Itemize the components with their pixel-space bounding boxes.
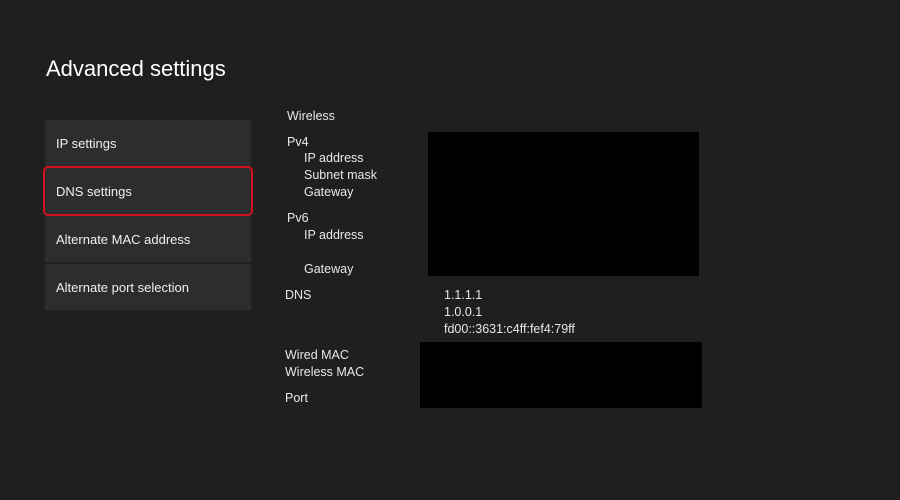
connection-type-label: Wireless <box>287 109 335 123</box>
menu-item-dns-settings[interactable]: DNS settings <box>43 166 253 216</box>
menu-item-ip-settings[interactable]: IP settings <box>45 120 251 166</box>
dns-value-ipv6: fd00::3631:c4ff:fef4:79ff <box>444 322 575 336</box>
page-title: Advanced settings <box>46 56 226 81</box>
settings-menu: IP settings DNS settings Alternate MAC a… <box>43 120 253 312</box>
ipv4-heading: Pv4 <box>287 135 309 149</box>
ipv6-heading: Pv6 <box>287 211 309 225</box>
ipv6-ip-address-label: IP address <box>304 228 364 242</box>
wired-mac-label: Wired MAC <box>285 348 349 362</box>
redacted-ip-values <box>428 132 699 276</box>
redacted-mac-port-values <box>420 342 702 408</box>
wireless-mac-label: Wireless MAC <box>285 365 365 379</box>
ipv4-gateway-label: Gateway <box>304 185 354 199</box>
ipv4-subnet-mask-label: Subnet mask <box>304 168 377 182</box>
dns-label: DNS <box>285 288 312 302</box>
ipv4-ip-address-label: IP address <box>304 151 364 165</box>
dns-value-primary: 1.1.1.1 <box>444 288 483 302</box>
menu-item-alternate-mac-address[interactable]: Alternate MAC address <box>45 216 251 262</box>
dns-value-secondary: 1.0.0.1 <box>444 305 483 319</box>
port-label: Port <box>285 391 308 405</box>
ipv6-gateway-label: Gateway <box>304 262 354 276</box>
menu-item-alternate-port-selection[interactable]: Alternate port selection <box>45 264 251 310</box>
